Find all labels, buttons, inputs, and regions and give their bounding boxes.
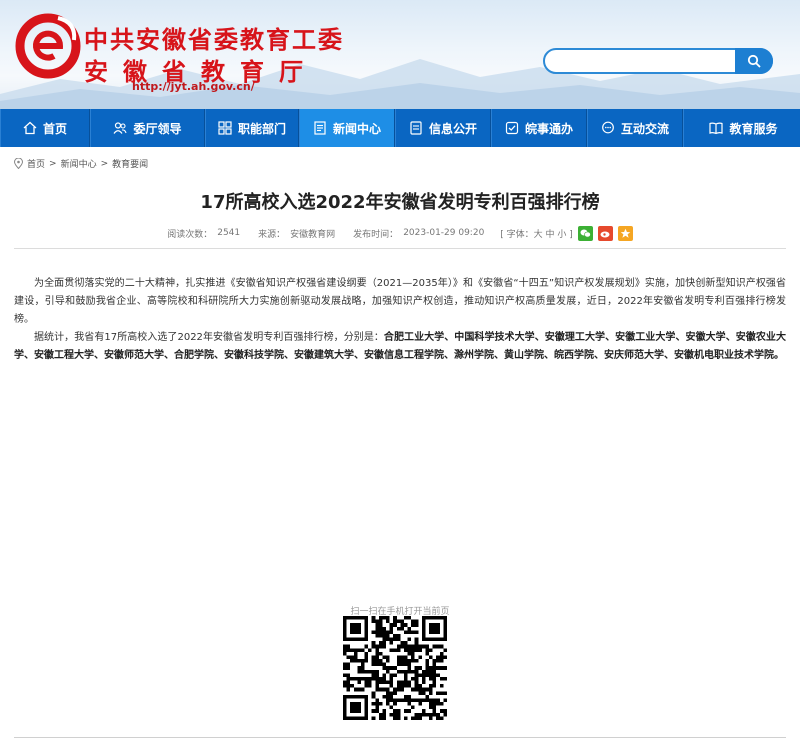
weibo-icon [600,231,610,237]
publish-time: 2023-01-29 09:20 [403,228,485,238]
departments-icon [218,121,232,135]
nav-label: 委厅领导 [133,121,182,136]
breadcrumb-separator: > [100,158,109,169]
views-count: 2541 [217,228,241,238]
search-button[interactable] [735,48,773,74]
paragraph-2: 据统计，我省有17所高校入选了2022年安徽省发明专利百强排行榜，分别是：合肥工… [14,329,786,365]
breadcrumb-current[interactable]: 教育要闻 [112,157,148,170]
article-content: 为全面贯彻落实党的二十大精神，扎实推进《安徽省知识产权强省建设纲要（2021—2… [14,275,786,365]
nav-label: 互动交流 [620,121,669,136]
nav-item-home[interactable]: 首页 [0,109,90,147]
education-e-logo[interactable] [14,12,82,80]
source-value: 安徽教育网 [290,229,336,240]
qzone-share-button[interactable] [617,225,633,241]
book-icon [709,122,724,135]
search-box[interactable] [543,48,773,74]
views-label: 阅读次数： [167,229,213,240]
footer-divider [14,737,786,738]
search-input[interactable] [555,50,735,73]
site-title-line1: 中共安徽省委教育工委 [84,25,344,54]
nav-label: 皖事通办 [524,121,573,136]
title-divider [14,248,786,249]
leaders-icon [113,122,128,134]
article-meta: 阅读次数： 2541 来源： 安徽教育网 发布时间： 2023-01-29 09:20… [0,225,800,241]
nav-item-disclosure[interactable]: 信息公开 [395,109,491,147]
home-icon [23,121,37,135]
disclosure-icon [410,121,422,135]
nav-label: 职能部门 [237,121,286,136]
chat-icon [602,121,614,134]
nav-item-services[interactable]: 皖事通办 [491,109,587,147]
breadcrumb-separator: > [49,158,57,169]
nav-item-edu-services[interactable]: 教育服务 [683,109,800,147]
nav-label: 教育服务 [729,121,778,136]
news-icon [314,121,326,135]
location-pin-icon [14,158,23,169]
article-title: 17所高校入选2022年安徽省发明专利百强排行榜 [200,192,600,213]
qr-code [343,616,447,720]
nav-item-leaders[interactable]: 委厅领导 [90,109,205,147]
star-icon [620,228,631,238]
wechat-icon [580,229,591,237]
nav-label: 首页 [42,121,67,136]
breadcrumb-news[interactable]: 新闻中心 [61,157,97,170]
weibo-share-button[interactable] [597,225,613,241]
services-icon [505,121,519,135]
main-nav: 首页 委厅领导 职能部门 新闻中心 信息公开 皖事通办 互动交流 教育服务 [0,109,800,147]
nav-label: 信息公开 [428,121,477,136]
time-label: 发布时间： [353,229,399,240]
site-header: 中共安徽省委教育工委 安徽省教育厅 http://jyt.ah.gov.cn/ [0,0,800,109]
search-icon [747,54,761,68]
paragraph-2-text: 据统计，我省有17所高校入选了2022年安徽省发明专利百强排行榜，分别是： [34,332,384,343]
nav-item-departments[interactable]: 职能部门 [205,109,299,147]
breadcrumb-home[interactable]: 首页 [27,157,45,170]
font-size-switch[interactable]: [ 字体：大 中 小 ] [500,227,572,240]
paragraph-1: 为全面贯彻落实党的二十大精神，扎实推进《安徽省知识产权强省建设纲要（2021—2… [14,278,786,325]
nav-label: 新闻中心 [332,121,381,136]
nav-item-news[interactable]: 新闻中心 [299,109,395,147]
nav-item-interaction[interactable]: 互动交流 [587,109,683,147]
wechat-share-button[interactable] [577,225,593,241]
site-url: http://jyt.ah.gov.cn/ [132,80,255,93]
breadcrumb: 首页 > 新闻中心 > 教育要闻 [14,157,148,170]
source-label: 来源： [258,229,286,240]
